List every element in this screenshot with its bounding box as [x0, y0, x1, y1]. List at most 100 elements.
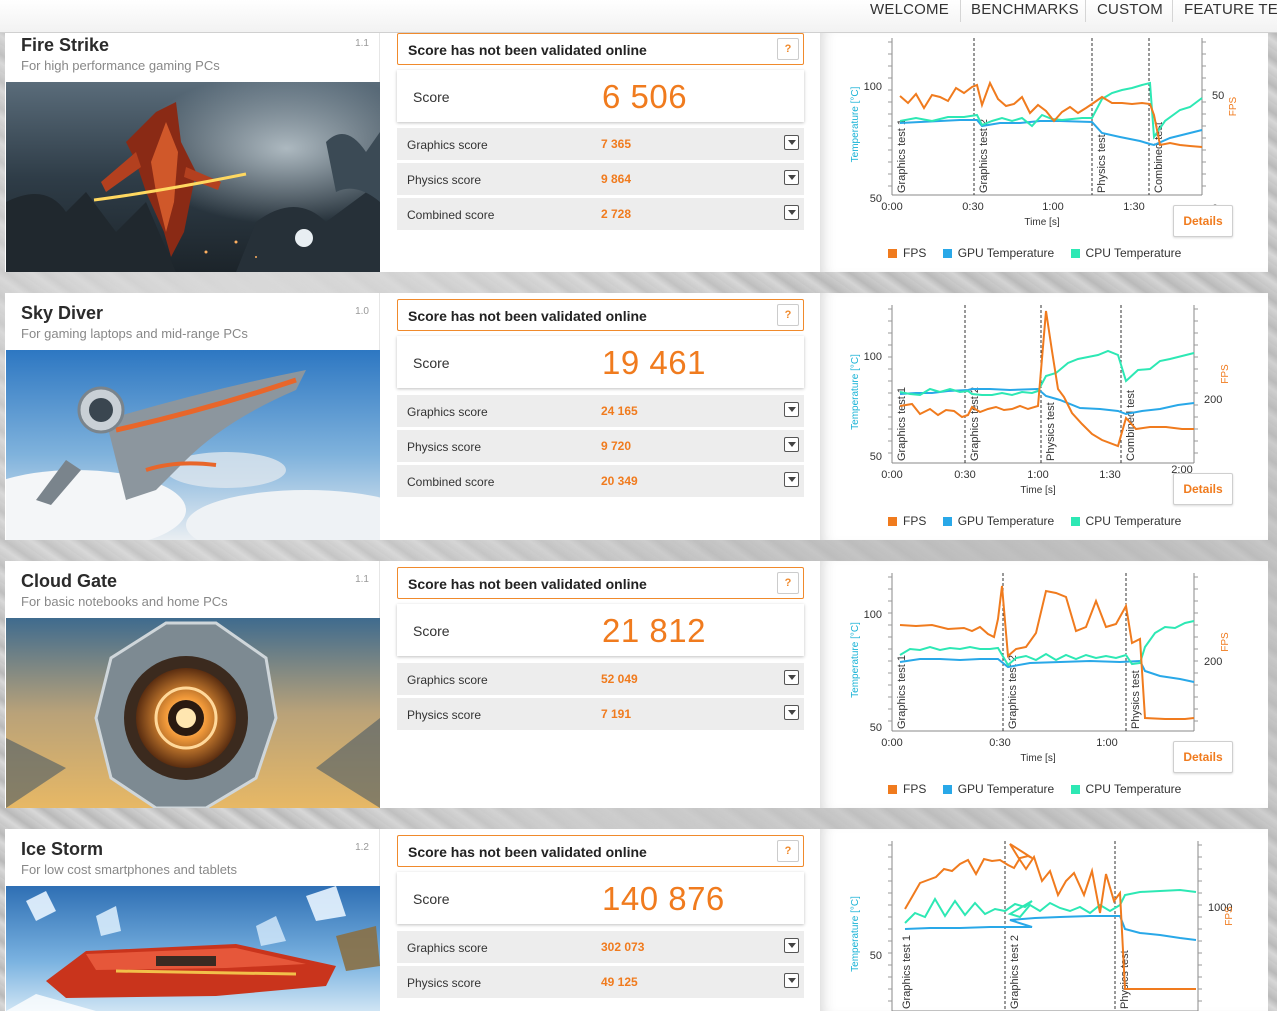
benchmark-card-fire-strike: Fire Strike For high performance gaming … [5, 33, 1268, 272]
score-value: 19 461 [602, 344, 706, 381]
benchmark-artwork-cloud-gate [6, 618, 380, 808]
time-tick-label: 0:00 [881, 469, 902, 481]
chart-legend: FPS GPU Temperature CPU Temperature [888, 246, 1194, 260]
expand-icon[interactable] [784, 938, 799, 953]
subscore-label: Graphics score [407, 673, 488, 687]
monitoring-chart-panel: Graphics test 1 Graphics test 2 Physics te… [820, 293, 1268, 540]
benchmark-info: Sky Diver For gaming laptops and mid-ran… [5, 293, 380, 540]
test-label: Physics test [1096, 134, 1108, 193]
benchmark-info: Fire Strike For high performance gaming … [5, 33, 380, 272]
score-label: Score [413, 355, 450, 371]
subscore-row[interactable]: Combined score 2 728 [397, 198, 804, 230]
help-button[interactable]: ? [777, 38, 799, 60]
temperature-axis-label: Temperature [°C] [850, 86, 861, 162]
details-button[interactable]: Details [1173, 473, 1233, 505]
subscore-row[interactable]: Graphics score 302 073 [397, 931, 804, 963]
chart-legend: FPS GPU Temperature CPU Temperature [888, 514, 1194, 528]
details-button[interactable]: Details [1173, 741, 1233, 773]
expand-icon[interactable] [784, 705, 799, 720]
temperature-axis-label: Temperature [°C] [850, 354, 861, 430]
expand-icon[interactable] [784, 170, 799, 185]
cpu-temperature-line [899, 349, 1195, 397]
subscore-value: 52 049 [601, 672, 638, 686]
expand-icon[interactable] [784, 472, 799, 487]
benchmark-artwork-fire-strike [6, 82, 380, 272]
subscore-label: Graphics score [407, 405, 488, 419]
subscore-row[interactable]: Physics score 9 720 [397, 430, 804, 462]
temperature-tick-label: 100 [864, 351, 882, 363]
score-panel: Score has not been validated online ? Sc… [380, 829, 820, 1011]
help-button[interactable]: ? [777, 572, 799, 594]
subscore-label: Physics score [407, 708, 482, 722]
legend-cpu-temperature: CPU Temperature [1070, 246, 1181, 260]
benchmark-version: 1.1 [355, 574, 369, 585]
legend-gpu-temperature: GPU Temperature [942, 514, 1054, 528]
time-axis-label: Time [s] [1020, 485, 1055, 496]
score-label: Score [413, 89, 450, 105]
monitoring-chart-panel: Graphics test 1 Graphics test 2 Physics te… [820, 829, 1268, 1011]
temperature-tick-label: 50 [870, 451, 882, 463]
score-value: 140 876 [602, 880, 725, 917]
legend-gpu-temperature: GPU Temperature [942, 782, 1054, 796]
monitoring-chart-panel: Graphics test 1 Graphics test 2 Physics te… [820, 33, 1268, 272]
subscore-label: Graphics score [407, 941, 488, 955]
test-label: Graphics test 2 [978, 119, 990, 193]
time-tick-label: 0:30 [962, 201, 983, 213]
nav-custom[interactable]: CUSTOM [1097, 0, 1163, 22]
temperature-axis-label: Temperature [°C] [850, 622, 861, 698]
subscore-label: Physics score [407, 976, 482, 990]
subscore-value: 24 165 [601, 404, 638, 418]
nav-welcome[interactable]: WELCOME [870, 0, 949, 22]
nav-benchmarks[interactable]: BENCHMARKS [971, 0, 1079, 22]
subscore-row[interactable]: Physics score 49 125 [397, 966, 804, 998]
test-label: Graphics test 1 [896, 387, 908, 461]
subscore-row[interactable]: Combined score 20 349 [397, 465, 804, 497]
nav-divider [960, 0, 961, 22]
benchmark-info: Cloud Gate For basic notebooks and home … [5, 561, 380, 808]
subscore-row[interactable]: Graphics score 52 049 [397, 663, 804, 695]
help-button[interactable]: ? [777, 304, 799, 326]
expand-icon[interactable] [784, 402, 799, 417]
chart-legend: FPS GPU Temperature CPU Temperature [888, 782, 1194, 796]
expand-icon[interactable] [784, 205, 799, 220]
subscore-value: 9 864 [601, 172, 632, 186]
score-panel: Score has not been validated online ? Sc… [380, 293, 820, 540]
expand-icon[interactable] [784, 135, 799, 150]
benchmark-title: Cloud Gate [21, 571, 118, 591]
score-label: Score [413, 891, 450, 907]
help-button[interactable]: ? [777, 840, 799, 862]
time-tick-label: 1:00 [1042, 201, 1063, 213]
benchmark-info: Ice Storm For low cost smartphones and t… [5, 829, 380, 1011]
subscore-row[interactable]: Graphics score 24 165 [397, 395, 804, 427]
fps-tick-label: 50 [1212, 90, 1224, 102]
subscore-row[interactable]: Physics score 7 191 [397, 698, 804, 730]
test-label: Graphics test 2 [1009, 935, 1021, 1009]
details-button[interactable]: Details [1173, 205, 1233, 237]
benchmark-artwork-ice-storm [6, 886, 380, 1011]
temperature-tick-label: 50 [870, 722, 882, 734]
test-label: Graphics test 1 [896, 655, 908, 729]
nav-divider [1085, 0, 1086, 22]
nav-feature-tests[interactable]: FEATURE TES [1184, 0, 1277, 22]
gpu-temperature-line [904, 915, 1197, 941]
benchmark-artwork-sky-diver [6, 350, 380, 540]
time-axis-label: Time [s] [1020, 753, 1055, 764]
expand-icon[interactable] [784, 973, 799, 988]
subscore-row[interactable]: Physics score 9 864 [397, 163, 804, 195]
subscore-label: Graphics score [407, 138, 488, 152]
benchmark-subtitle: For high performance gaming PCs [21, 58, 220, 73]
time-tick-label: 0:00 [881, 737, 902, 749]
expand-icon[interactable] [784, 437, 799, 452]
benchmark-subtitle: For gaming laptops and mid-range PCs [21, 326, 248, 341]
subscore-value: 7 365 [601, 137, 632, 151]
top-navigation: WELCOME BENCHMARKS CUSTOM FEATURE TES [0, 0, 1277, 33]
benchmark-card-ice-storm: Ice Storm For low cost smartphones and t… [5, 829, 1268, 1011]
temperature-tick-label: 100 [864, 609, 882, 621]
subscore-value: 302 073 [601, 940, 645, 954]
total-score-box: Score 21 812 [397, 604, 804, 656]
subscore-row[interactable]: Graphics score 7 365 [397, 128, 804, 160]
time-tick-label: 0:30 [989, 737, 1010, 749]
expand-icon[interactable] [784, 670, 799, 685]
fps-line [899, 585, 1195, 720]
validation-text: Score has not been validated online [408, 576, 647, 592]
